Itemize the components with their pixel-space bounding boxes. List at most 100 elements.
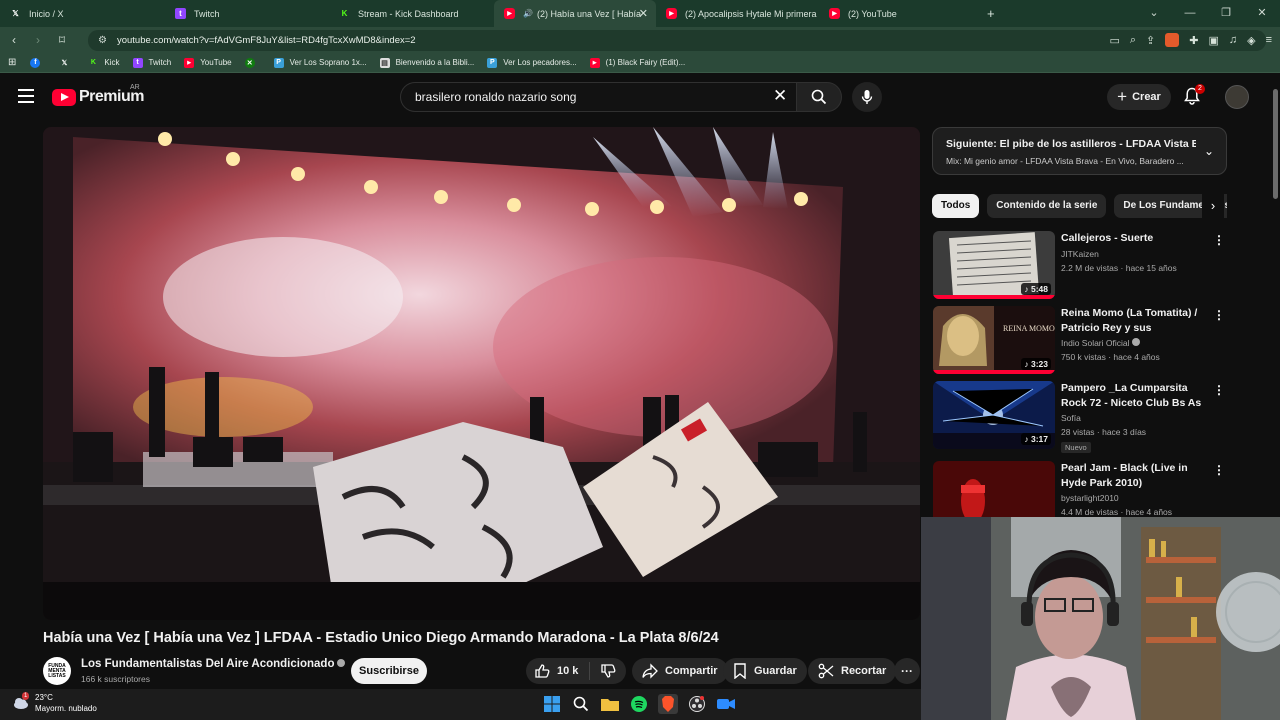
extensions-icon[interactable]: ✚ bbox=[1189, 34, 1198, 47]
thumbs-up-icon bbox=[535, 664, 550, 678]
like-button[interactable]: 10 k bbox=[526, 662, 590, 680]
sidebar-icon[interactable]: ▣ bbox=[1208, 34, 1218, 47]
subscribe-button[interactable]: Suscribirse bbox=[351, 658, 427, 684]
recommendation-item[interactable]: ♪ 3:17 Pampero _La Cumparsita Rock 72 - … bbox=[933, 381, 1227, 453]
bookmark-twitch[interactable]: t Twitch bbox=[132, 57, 171, 68]
account-avatar[interactable] bbox=[1225, 85, 1249, 109]
close-tab-icon[interactable]: ✕ bbox=[639, 7, 648, 20]
kick-icon: K bbox=[90, 59, 96, 66]
obs-icon[interactable] bbox=[687, 694, 707, 714]
channel-avatar[interactable]: FUNDA MENTA LISTAS bbox=[43, 657, 71, 685]
more-vert-icon[interactable]: ⋮ bbox=[1213, 383, 1225, 397]
url-field[interactable]: ⚙ youtube.com/watch?v=fAdVGmF8JuY&list=R… bbox=[88, 30, 1266, 51]
recommendation-item[interactable]: REINA MOMO ♪ 3:23 Reina Momo (La Tomatit… bbox=[933, 306, 1227, 376]
close-window-icon[interactable]: ✕ bbox=[1244, 0, 1280, 27]
webcam-overlay bbox=[921, 517, 1280, 720]
recommendation-title: Pampero _La Cumparsita Rock 72 - Niceto … bbox=[1061, 382, 1202, 409]
thumbs-down-icon bbox=[601, 664, 616, 678]
brave-shield-icon[interactable] bbox=[1165, 33, 1180, 47]
weather-widget[interactable]: 1 23°C Mayorm. nublado bbox=[13, 692, 97, 714]
zoom-icon[interactable]: ⌕ bbox=[1130, 34, 1136, 47]
more-actions-button[interactable]: ··· bbox=[894, 658, 920, 684]
voice-search-button[interactable] bbox=[852, 82, 882, 112]
duration-badge: ♪ 5:48 bbox=[1021, 283, 1051, 295]
music-note-icon: ♪ bbox=[1024, 434, 1031, 444]
up-next-panel[interactable]: Siguiente: El pibe de los astilleros - L… bbox=[932, 127, 1227, 175]
bookmark-x[interactable]: 𝕏 bbox=[59, 58, 75, 68]
browser-tab-active-video[interactable]: ▶ 🔊 (2) Había una Vez [ Había una ✕ bbox=[494, 0, 656, 27]
search-button[interactable] bbox=[796, 82, 842, 112]
clip-button[interactable]: Recortar bbox=[808, 658, 897, 684]
restore-icon[interactable]: ❐ bbox=[1208, 0, 1244, 27]
video-thumbnail[interactable] bbox=[933, 461, 1055, 517]
create-button[interactable]: + Crear bbox=[1107, 84, 1171, 110]
twitch-icon: t bbox=[132, 57, 143, 68]
video-thumbnail[interactable]: REINA MOMO ♪ 3:23 bbox=[933, 306, 1055, 374]
dislike-button[interactable] bbox=[590, 663, 626, 679]
video-player[interactable] bbox=[43, 127, 920, 620]
chip-todos[interactable]: Todos bbox=[932, 194, 980, 218]
youtube-premium-logo[interactable]: Premium AR bbox=[52, 84, 144, 106]
menu-icon[interactable]: ≡ bbox=[1266, 34, 1272, 46]
browser-tab-apocalipsis[interactable]: ▶ (2) Apocalipsis Hytale Mi primera Ve bbox=[656, 0, 819, 27]
file-explorer-icon[interactable] bbox=[600, 694, 620, 714]
channel-name: Los Fundamentalistas Del Aire Acondicion… bbox=[81, 658, 335, 670]
search-input[interactable]: brasilero ronaldo nazario song bbox=[400, 82, 801, 112]
bookmark-kick[interactable]: K Kick bbox=[88, 58, 120, 68]
browser-tab-kick[interactable]: K Stream - Kick Dashboard bbox=[329, 0, 494, 27]
video-thumbnail[interactable]: ♪ 5:48 bbox=[933, 231, 1055, 299]
more-vert-icon[interactable]: ⋮ bbox=[1213, 308, 1225, 322]
forward-icon[interactable]: › bbox=[28, 33, 48, 47]
windows-taskbar: 1 23°C Mayorm. nublado bbox=[0, 689, 921, 720]
bookmark-save-icon bbox=[734, 663, 746, 679]
bookmark-icon[interactable]: ⌑ bbox=[52, 33, 72, 47]
tab-label: Twitch bbox=[194, 8, 220, 19]
share-icon[interactable]: ⇪ bbox=[1146, 34, 1155, 47]
bookmark-biblioteca[interactable]: ▤ Bienvenido a la Bibli... bbox=[379, 57, 474, 68]
chevron-right-icon[interactable]: › bbox=[1202, 194, 1224, 218]
video-thumbnail[interactable]: ♪ 3:17 bbox=[933, 381, 1055, 449]
bookmark-soprano[interactable]: P Ver Los Soprano 1x... bbox=[273, 57, 367, 68]
channel-name-link[interactable]: Los Fundamentalistas Del Aire Acondicion… bbox=[81, 658, 346, 670]
new-tab-button[interactable]: + bbox=[977, 0, 1007, 27]
save-button[interactable]: Guardar bbox=[723, 658, 807, 684]
recommendation-meta: 2.2 M de vistas · hace 15 años bbox=[1061, 263, 1177, 273]
back-icon[interactable]: ‹ bbox=[4, 33, 24, 47]
video-app-icon[interactable] bbox=[716, 694, 736, 714]
minimize-icon[interactable]: — bbox=[1172, 0, 1208, 27]
bookmark-black-fairy[interactable]: ▶ (1) Black Fairy (Edit)... bbox=[589, 57, 685, 68]
recommendation-item[interactable]: Pearl Jam - Black (Live in Hyde Park 201… bbox=[933, 461, 1227, 517]
chevron-down-icon[interactable]: ⌄ bbox=[1136, 0, 1172, 27]
bookmark-pecadores[interactable]: P Ver Los pecadores... bbox=[487, 57, 577, 68]
apps-grid-icon[interactable]: ⊞ bbox=[8, 57, 16, 68]
page-scrollbar[interactable] bbox=[1271, 77, 1280, 517]
cast-icon[interactable]: ▭ bbox=[1109, 34, 1119, 47]
hamburger-menu-icon[interactable] bbox=[18, 89, 34, 103]
browser-tab-youtube[interactable]: ▶ (2) YouTube bbox=[819, 0, 977, 27]
scissors-icon bbox=[818, 663, 834, 679]
music-icon[interactable]: ♫ bbox=[1229, 34, 1237, 46]
vpn-icon[interactable]: ◈ bbox=[1247, 34, 1255, 47]
cloud-icon: 1 bbox=[13, 692, 30, 710]
chip-series[interactable]: Contenido de la serie bbox=[987, 194, 1107, 218]
recommendation-item[interactable]: ♪ 5:48 Callejeros - Suerte JITKaizen 2.2… bbox=[933, 231, 1227, 301]
chevron-down-icon[interactable]: ⌄ bbox=[1204, 144, 1214, 158]
more-vert-icon[interactable]: ⋮ bbox=[1213, 463, 1225, 477]
clear-search-icon[interactable]: ✕ bbox=[773, 87, 787, 105]
bookmark-youtube[interactable]: ▶ YouTube bbox=[184, 57, 232, 68]
browser-tab-twitch[interactable]: t Twitch bbox=[165, 0, 329, 27]
brave-browser-icon[interactable] bbox=[658, 694, 678, 714]
bookmark-xbox[interactable]: ✕ bbox=[244, 57, 261, 68]
share-button[interactable]: Compartir bbox=[632, 658, 728, 684]
youtube-play-icon bbox=[52, 88, 76, 106]
windows-start-icon[interactable] bbox=[542, 694, 562, 714]
svg-text:REINA MOMO: REINA MOMO bbox=[1003, 324, 1055, 333]
taskbar-search-icon[interactable] bbox=[571, 694, 591, 714]
notifications-button[interactable]: 2 bbox=[1184, 84, 1205, 107]
bookmark-facebook[interactable]: f bbox=[30, 57, 46, 68]
recommendation-meta: 4.4 M de vistas · hace 4 años bbox=[1061, 507, 1173, 517]
spotify-icon[interactable] bbox=[629, 694, 649, 714]
site-settings-icon[interactable]: ⚙ bbox=[98, 35, 107, 46]
browser-tab-x[interactable]: 𝕏 Inicio / X bbox=[0, 0, 165, 27]
more-vert-icon[interactable]: ⋮ bbox=[1213, 233, 1225, 247]
